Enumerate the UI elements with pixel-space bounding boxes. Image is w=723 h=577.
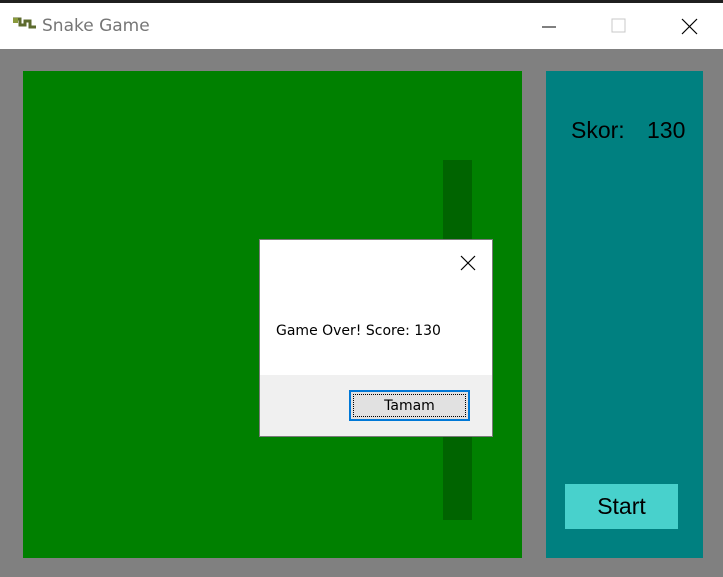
dialog-close-icon[interactable] [455,250,481,276]
window-title: Snake Game [42,16,150,36]
minimize-icon[interactable] [526,3,572,49]
close-icon[interactable] [666,3,712,49]
ok-button[interactable]: Tamam [349,390,470,421]
dialog-footer: Tamam [260,375,492,436]
score-label: Skor: [571,117,625,143]
maximize-icon[interactable] [596,3,642,49]
score-panel: Skor: 130 Start [546,71,703,558]
score-value: 130 [647,117,686,143]
dialog-message: Game Over! Score: 130 [276,323,441,339]
title-bar: Snake Game [0,0,723,49]
snake-app-icon [13,17,36,29]
start-button[interactable]: Start [565,484,678,529]
game-over-dialog: Game Over! Score: 130 Tamam [259,239,493,437]
